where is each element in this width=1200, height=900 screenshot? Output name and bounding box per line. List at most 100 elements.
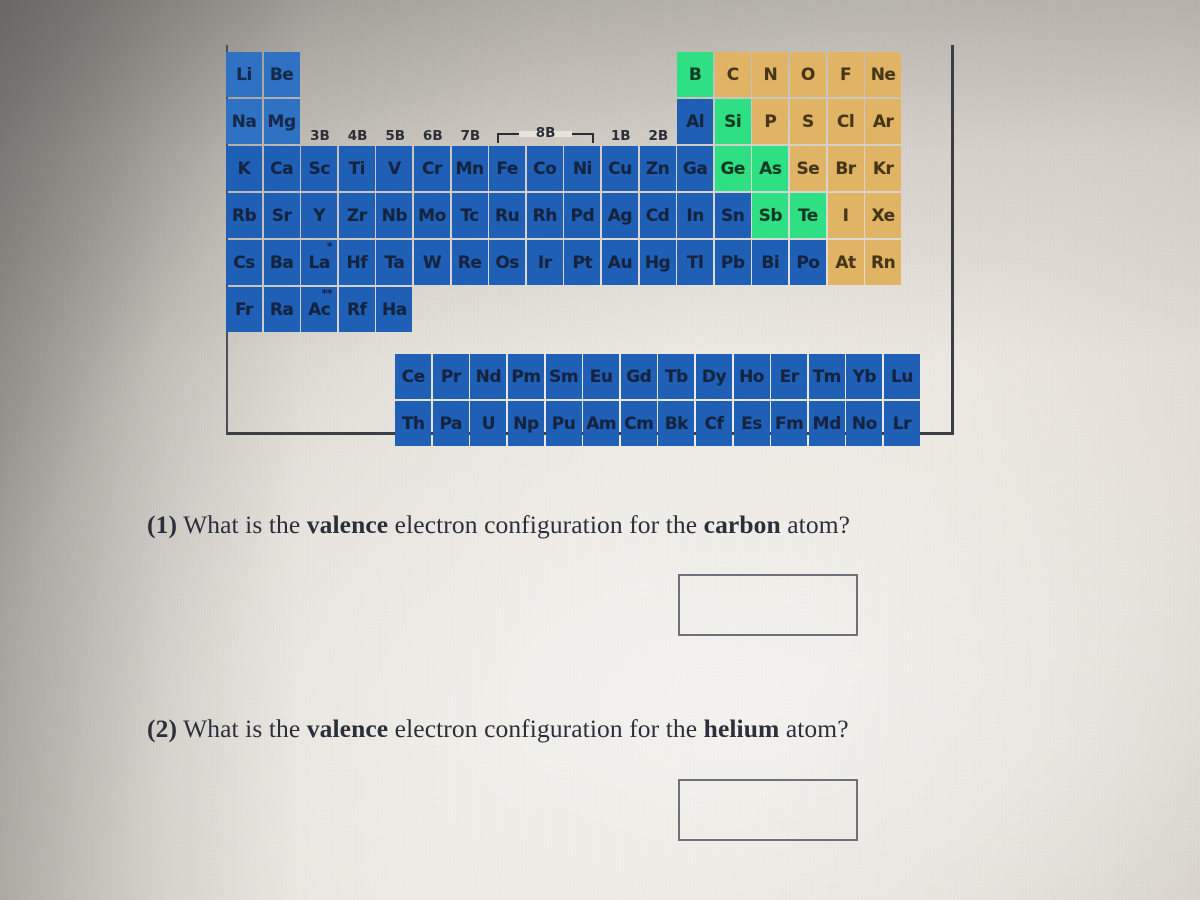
element-cell-md[interactable]: Md [808,401,845,446]
element-cell-os[interactable]: Os [489,240,526,285]
element-cell-si[interactable]: Si [714,99,751,144]
element-cell-fm[interactable]: Fm [771,401,808,446]
element-cell-ra[interactable]: Ra [263,287,300,332]
element-cell-ni[interactable]: Ni [564,146,601,191]
element-cell-as[interactable]: As [752,146,789,191]
element-cell-b[interactable]: B [677,52,714,97]
element-cell-cm[interactable]: Cm [620,401,657,446]
element-cell-cd[interactable]: Cd [639,193,676,238]
element-cell-ge[interactable]: Ge [714,146,751,191]
element-cell-br[interactable]: Br [827,146,864,191]
element-cell-no[interactable]: No [846,401,883,446]
element-cell-mn[interactable]: Mn [451,146,488,191]
element-cell-sn[interactable]: Sn [714,193,751,238]
element-cell-p[interactable]: P [752,99,789,144]
element-cell-hf[interactable]: Hf [338,240,375,285]
element-cell-c[interactable]: C [714,52,751,97]
element-cell-am[interactable]: Am [583,401,620,446]
element-cell-te[interactable]: Te [789,193,826,238]
element-cell-be[interactable]: Be [263,52,300,97]
element-cell-pu[interactable]: Pu [545,401,582,446]
element-cell-es[interactable]: Es [733,401,770,446]
element-cell-y[interactable]: Y [301,193,338,238]
element-cell-gd[interactable]: Gd [620,354,657,399]
element-cell-hg[interactable]: Hg [639,240,676,285]
element-cell-fr[interactable]: Fr [226,287,262,332]
element-cell-po[interactable]: Po [789,240,826,285]
element-cell-al[interactable]: Al [677,99,714,144]
element-cell-li[interactable]: Li [226,52,262,97]
element-cell-u[interactable]: U [470,401,507,446]
element-cell-ne[interactable]: Ne [865,52,902,97]
element-cell-mg[interactable]: Mg [263,99,300,144]
element-cell-cu[interactable]: Cu [601,146,638,191]
element-cell-cf[interactable]: Cf [695,401,732,446]
element-cell-o[interactable]: O [789,52,826,97]
element-cell-la[interactable]: La * [301,240,338,285]
element-cell-ha[interactable]: Ha [376,287,413,332]
element-cell-ba[interactable]: Ba [263,240,300,285]
element-cell-cs[interactable]: Cs [226,240,262,285]
element-cell-ca[interactable]: Ca [263,146,300,191]
element-cell-er[interactable]: Er [771,354,808,399]
element-cell-pm[interactable]: Pm [507,354,544,399]
element-cell-rh[interactable]: Rh [526,193,563,238]
element-cell-ti[interactable]: Ti [338,146,375,191]
element-cell-sc[interactable]: Sc [301,146,338,191]
element-cell-nd[interactable]: Nd [470,354,507,399]
element-cell-f[interactable]: F [827,52,864,97]
element-cell-ar[interactable]: Ar [865,99,902,144]
element-cell-rn[interactable]: Rn [865,240,902,285]
element-cell-ir[interactable]: Ir [526,240,563,285]
element-cell-ag[interactable]: Ag [601,193,638,238]
element-cell-kr[interactable]: Kr [865,146,902,191]
element-cell-tc[interactable]: Tc [451,193,488,238]
element-cell-tm[interactable]: Tm [808,354,845,399]
element-cell-rf[interactable]: Rf [338,287,375,332]
element-cell-at[interactable]: At [827,240,864,285]
element-cell-xe[interactable]: Xe [865,193,902,238]
element-cell-pd[interactable]: Pd [564,193,601,238]
element-cell-yb[interactable]: Yb [846,354,883,399]
element-cell-tl[interactable]: Tl [677,240,714,285]
element-cell-sr[interactable]: Sr [263,193,300,238]
element-cell-na[interactable]: Na [226,99,262,144]
element-cell-ho[interactable]: Ho [733,354,770,399]
element-cell-np[interactable]: Np [507,401,544,446]
element-cell-th[interactable]: Th [395,401,432,446]
element-cell-au[interactable]: Au [601,240,638,285]
element-cell-se[interactable]: Se [789,146,826,191]
element-cell-tb[interactable]: Tb [658,354,695,399]
element-cell-i[interactable]: I [827,193,864,238]
element-cell-bi[interactable]: Bi [752,240,789,285]
element-cell-cl[interactable]: Cl [827,99,864,144]
element-cell-rb[interactable]: Rb [226,193,262,238]
element-cell-co[interactable]: Co [526,146,563,191]
element-cell-ac[interactable]: Ac ** [301,287,338,332]
element-cell-cr[interactable]: Cr [413,146,450,191]
element-cell-v[interactable]: V [376,146,413,191]
element-cell-zr[interactable]: Zr [338,193,375,238]
element-cell-pa[interactable]: Pa [432,401,469,446]
element-cell-n[interactable]: N [752,52,789,97]
element-cell-nb[interactable]: Nb [376,193,413,238]
element-cell-ta[interactable]: Ta [376,240,413,285]
element-cell-pt[interactable]: Pt [564,240,601,285]
element-cell-w[interactable]: W [413,240,450,285]
element-cell-fe[interactable]: Fe [489,146,526,191]
answer-box-2[interactable] [678,779,858,841]
element-cell-re[interactable]: Re [451,240,488,285]
element-cell-lu[interactable]: Lu [883,354,920,399]
element-cell-bk[interactable]: Bk [658,401,695,446]
element-cell-k[interactable]: K [226,146,262,191]
element-cell-sm[interactable]: Sm [545,354,582,399]
element-cell-ce[interactable]: Ce [395,354,432,399]
element-cell-ru[interactable]: Ru [489,193,526,238]
element-cell-dy[interactable]: Dy [695,354,732,399]
element-cell-sb[interactable]: Sb [752,193,789,238]
element-cell-pr[interactable]: Pr [432,354,469,399]
element-cell-lr[interactable]: Lr [883,401,920,446]
element-cell-zn[interactable]: Zn [639,146,676,191]
element-cell-ga[interactable]: Ga [677,146,714,191]
element-cell-pb[interactable]: Pb [714,240,751,285]
